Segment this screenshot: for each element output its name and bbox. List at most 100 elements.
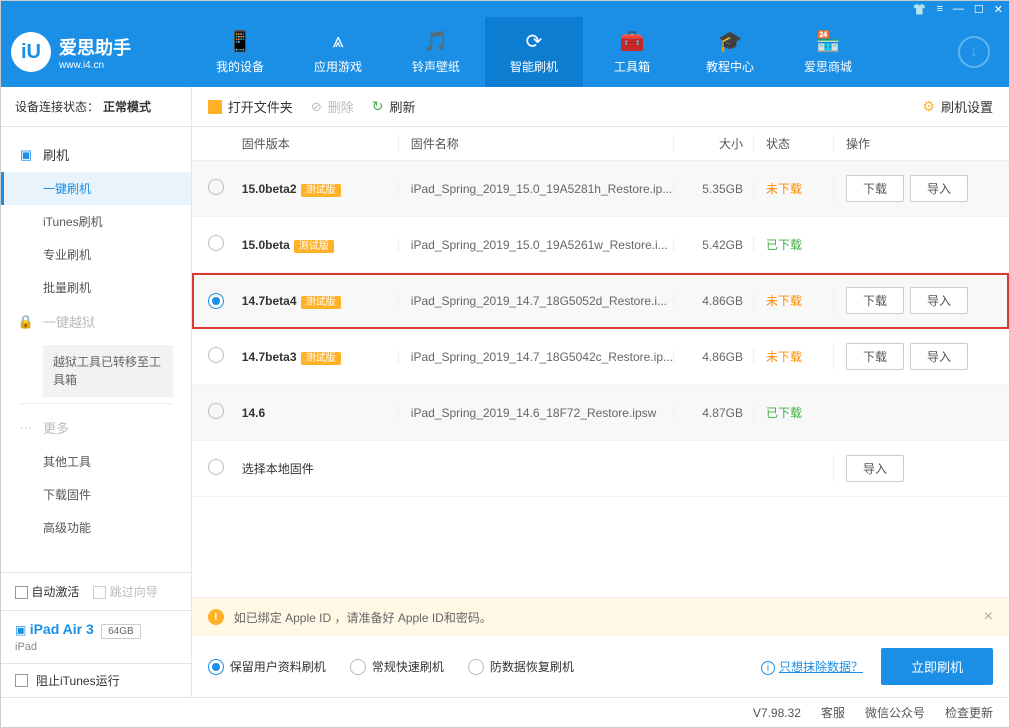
- nav-label: 工具箱: [614, 58, 650, 75]
- firmware-version: 14.6: [242, 406, 265, 420]
- import-button[interactable]: 导入: [910, 287, 968, 314]
- close-icon[interactable]: ✕: [994, 3, 1003, 16]
- block-itunes-label: 阻止iTunes运行: [36, 672, 120, 689]
- firmware-status: 已下载: [753, 236, 833, 253]
- warning-close-icon[interactable]: ×: [984, 608, 993, 626]
- open-folder-button[interactable]: 打开文件夹: [208, 97, 293, 116]
- local-firmware-row[interactable]: 选择本地固件 导入: [192, 441, 1009, 497]
- import-button[interactable]: 导入: [846, 455, 904, 482]
- flash-now-button[interactable]: 立即刷机: [881, 648, 993, 685]
- nav-icon: 🏪: [816, 30, 840, 54]
- sidebar-item-more-1[interactable]: 下载固件: [1, 478, 191, 511]
- firmware-status: 未下载: [753, 348, 833, 365]
- firmware-status: 已下载: [753, 404, 833, 421]
- action-bar: 保留用户资料刷机 常规快速刷机 防数据恢复刷机 i只想抹除数据？ 立即刷机: [192, 636, 1009, 697]
- flash-option-1[interactable]: 常规快速刷机: [350, 658, 444, 676]
- firmware-ops: 下载导入: [833, 287, 993, 314]
- auto-activate-checkbox[interactable]: 自动激活: [15, 583, 79, 600]
- toolbar: 打开文件夹 ⊘删除 ↻刷新 ⚙刷机设置: [192, 87, 1009, 127]
- menu-icon[interactable]: ≡: [936, 3, 942, 15]
- nav-label: 我的设备: [216, 58, 264, 75]
- wechat-link[interactable]: 微信公众号: [865, 704, 925, 721]
- option-radio[interactable]: [208, 659, 224, 675]
- table-row[interactable]: 15.0beta2测试版 iPad_Spring_2019_15.0_19A52…: [192, 161, 1009, 217]
- table-row[interactable]: 14.7beta4测试版 iPad_Spring_2019_14.7_18G50…: [192, 273, 1009, 329]
- reload-icon: ↻: [372, 98, 384, 115]
- download-button[interactable]: 下载: [846, 343, 904, 370]
- table-row[interactable]: 14.6 iPad_Spring_2019_14.6_18F72_Restore…: [192, 385, 1009, 441]
- sidebar-item-flash-0[interactable]: 一键刷机: [1, 172, 191, 205]
- nav-item-3[interactable]: ⟳ 智能刷机: [485, 17, 583, 87]
- nav-icon: ⩓: [326, 30, 350, 54]
- option-radio[interactable]: [468, 659, 484, 675]
- row-radio[interactable]: [208, 403, 224, 419]
- flash-option-0[interactable]: 保留用户资料刷机: [208, 658, 326, 676]
- brand-name: 爱思助手: [59, 34, 131, 60]
- sidebar-item-flash-1[interactable]: iTunes刷机: [1, 205, 191, 238]
- connection-status: 设备连接状态： 正常模式: [1, 87, 191, 127]
- nav-icon: ⟳: [522, 30, 546, 54]
- import-button[interactable]: 导入: [910, 343, 968, 370]
- version-label: V7.98.32: [753, 706, 801, 720]
- nav-item-4[interactable]: 🧰工具箱: [583, 17, 681, 87]
- flash-settings-button[interactable]: ⚙刷机设置: [922, 97, 993, 116]
- skip-guide-checkbox[interactable]: 跳过向导: [93, 583, 157, 600]
- nav-item-1[interactable]: ⩓应用游戏: [289, 17, 387, 87]
- nav-item-0[interactable]: 📱我的设备: [191, 17, 289, 87]
- nav-icon: 🎓: [718, 30, 742, 54]
- check-update-link[interactable]: 检查更新: [945, 704, 993, 721]
- radio-local[interactable]: [208, 459, 224, 475]
- download-button[interactable]: 下载: [846, 287, 904, 314]
- service-link[interactable]: 客服: [821, 704, 845, 721]
- col-size: 大小: [673, 135, 753, 152]
- nav-item-5[interactable]: 🎓教程中心: [681, 17, 779, 87]
- col-status: 状态: [753, 135, 833, 152]
- beta-badge: 测试版: [294, 240, 334, 253]
- flash-icon: ▣: [19, 148, 33, 162]
- sidebar-item-more-2[interactable]: 高级功能: [1, 511, 191, 544]
- sidebar-cat-more-label: 更多: [43, 418, 69, 437]
- maximize-icon[interactable]: ☐: [974, 3, 984, 16]
- erase-data-link[interactable]: i只想抹除数据？: [761, 658, 863, 676]
- jailbreak-notice: 越狱工具已转移至工具箱: [43, 345, 173, 397]
- block-itunes-row[interactable]: 阻止iTunes运行: [1, 663, 191, 697]
- nav-label: 智能刷机: [510, 58, 558, 75]
- refresh-button[interactable]: ↻刷新: [372, 97, 416, 116]
- nav-item-2[interactable]: 🎵 铃声壁纸: [387, 17, 485, 87]
- beta-badge: 测试版: [301, 184, 341, 197]
- col-version: 固件版本: [238, 135, 398, 152]
- nav-icon: 🎵: [424, 30, 448, 54]
- sidebar-item-flash-3[interactable]: 批量刷机: [1, 271, 191, 304]
- beta-badge: 测试版: [301, 352, 341, 365]
- download-circle-icon[interactable]: ↓: [958, 36, 990, 68]
- flash-option-2[interactable]: 防数据恢复刷机: [468, 658, 574, 676]
- sidebar-cat-more[interactable]: ⋯ 更多: [1, 410, 191, 445]
- col-ops: 操作: [833, 135, 993, 152]
- device-info[interactable]: ▣ iPad Air 3 64GB iPad: [1, 610, 191, 663]
- sidebar-item-flash-2[interactable]: 专业刷机: [1, 238, 191, 271]
- beta-badge: 测试版: [301, 296, 341, 309]
- table-row[interactable]: 14.7beta3测试版 iPad_Spring_2019_14.7_18G50…: [192, 329, 1009, 385]
- row-radio[interactable]: [208, 235, 224, 251]
- minimize-icon[interactable]: —: [953, 3, 964, 15]
- theme-icon[interactable]: 👕: [913, 3, 927, 16]
- sidebar-cat-flash[interactable]: ▣ 刷机: [1, 137, 191, 172]
- nav-label: 铃声壁纸: [412, 58, 460, 75]
- import-button[interactable]: 导入: [910, 175, 968, 202]
- table-row[interactable]: 15.0beta测试版 iPad_Spring_2019_15.0_19A526…: [192, 217, 1009, 273]
- download-button[interactable]: 下载: [846, 175, 904, 202]
- row-radio[interactable]: [208, 347, 224, 363]
- footer: V7.98.32 客服 微信公众号 检查更新: [1, 697, 1009, 727]
- firmware-version: 15.0beta: [242, 238, 290, 252]
- row-radio[interactable]: [208, 293, 224, 309]
- row-radio[interactable]: [208, 179, 224, 195]
- brand-logo[interactable]: iU 爱思助手 www.i4.cn: [11, 32, 191, 72]
- sidebar-item-more-0[interactable]: 其他工具: [1, 445, 191, 478]
- nav-item-6[interactable]: 🏪爱思商城: [779, 17, 877, 87]
- option-radio[interactable]: [350, 659, 366, 675]
- firmware-ops: 下载导入: [833, 175, 993, 202]
- logo-icon: iU: [11, 32, 51, 72]
- sidebar-divider: [19, 403, 173, 404]
- device-capacity: 64GB: [101, 624, 141, 639]
- firmware-name: iPad_Spring_2019_14.6_18F72_Restore.ipsw: [398, 406, 673, 420]
